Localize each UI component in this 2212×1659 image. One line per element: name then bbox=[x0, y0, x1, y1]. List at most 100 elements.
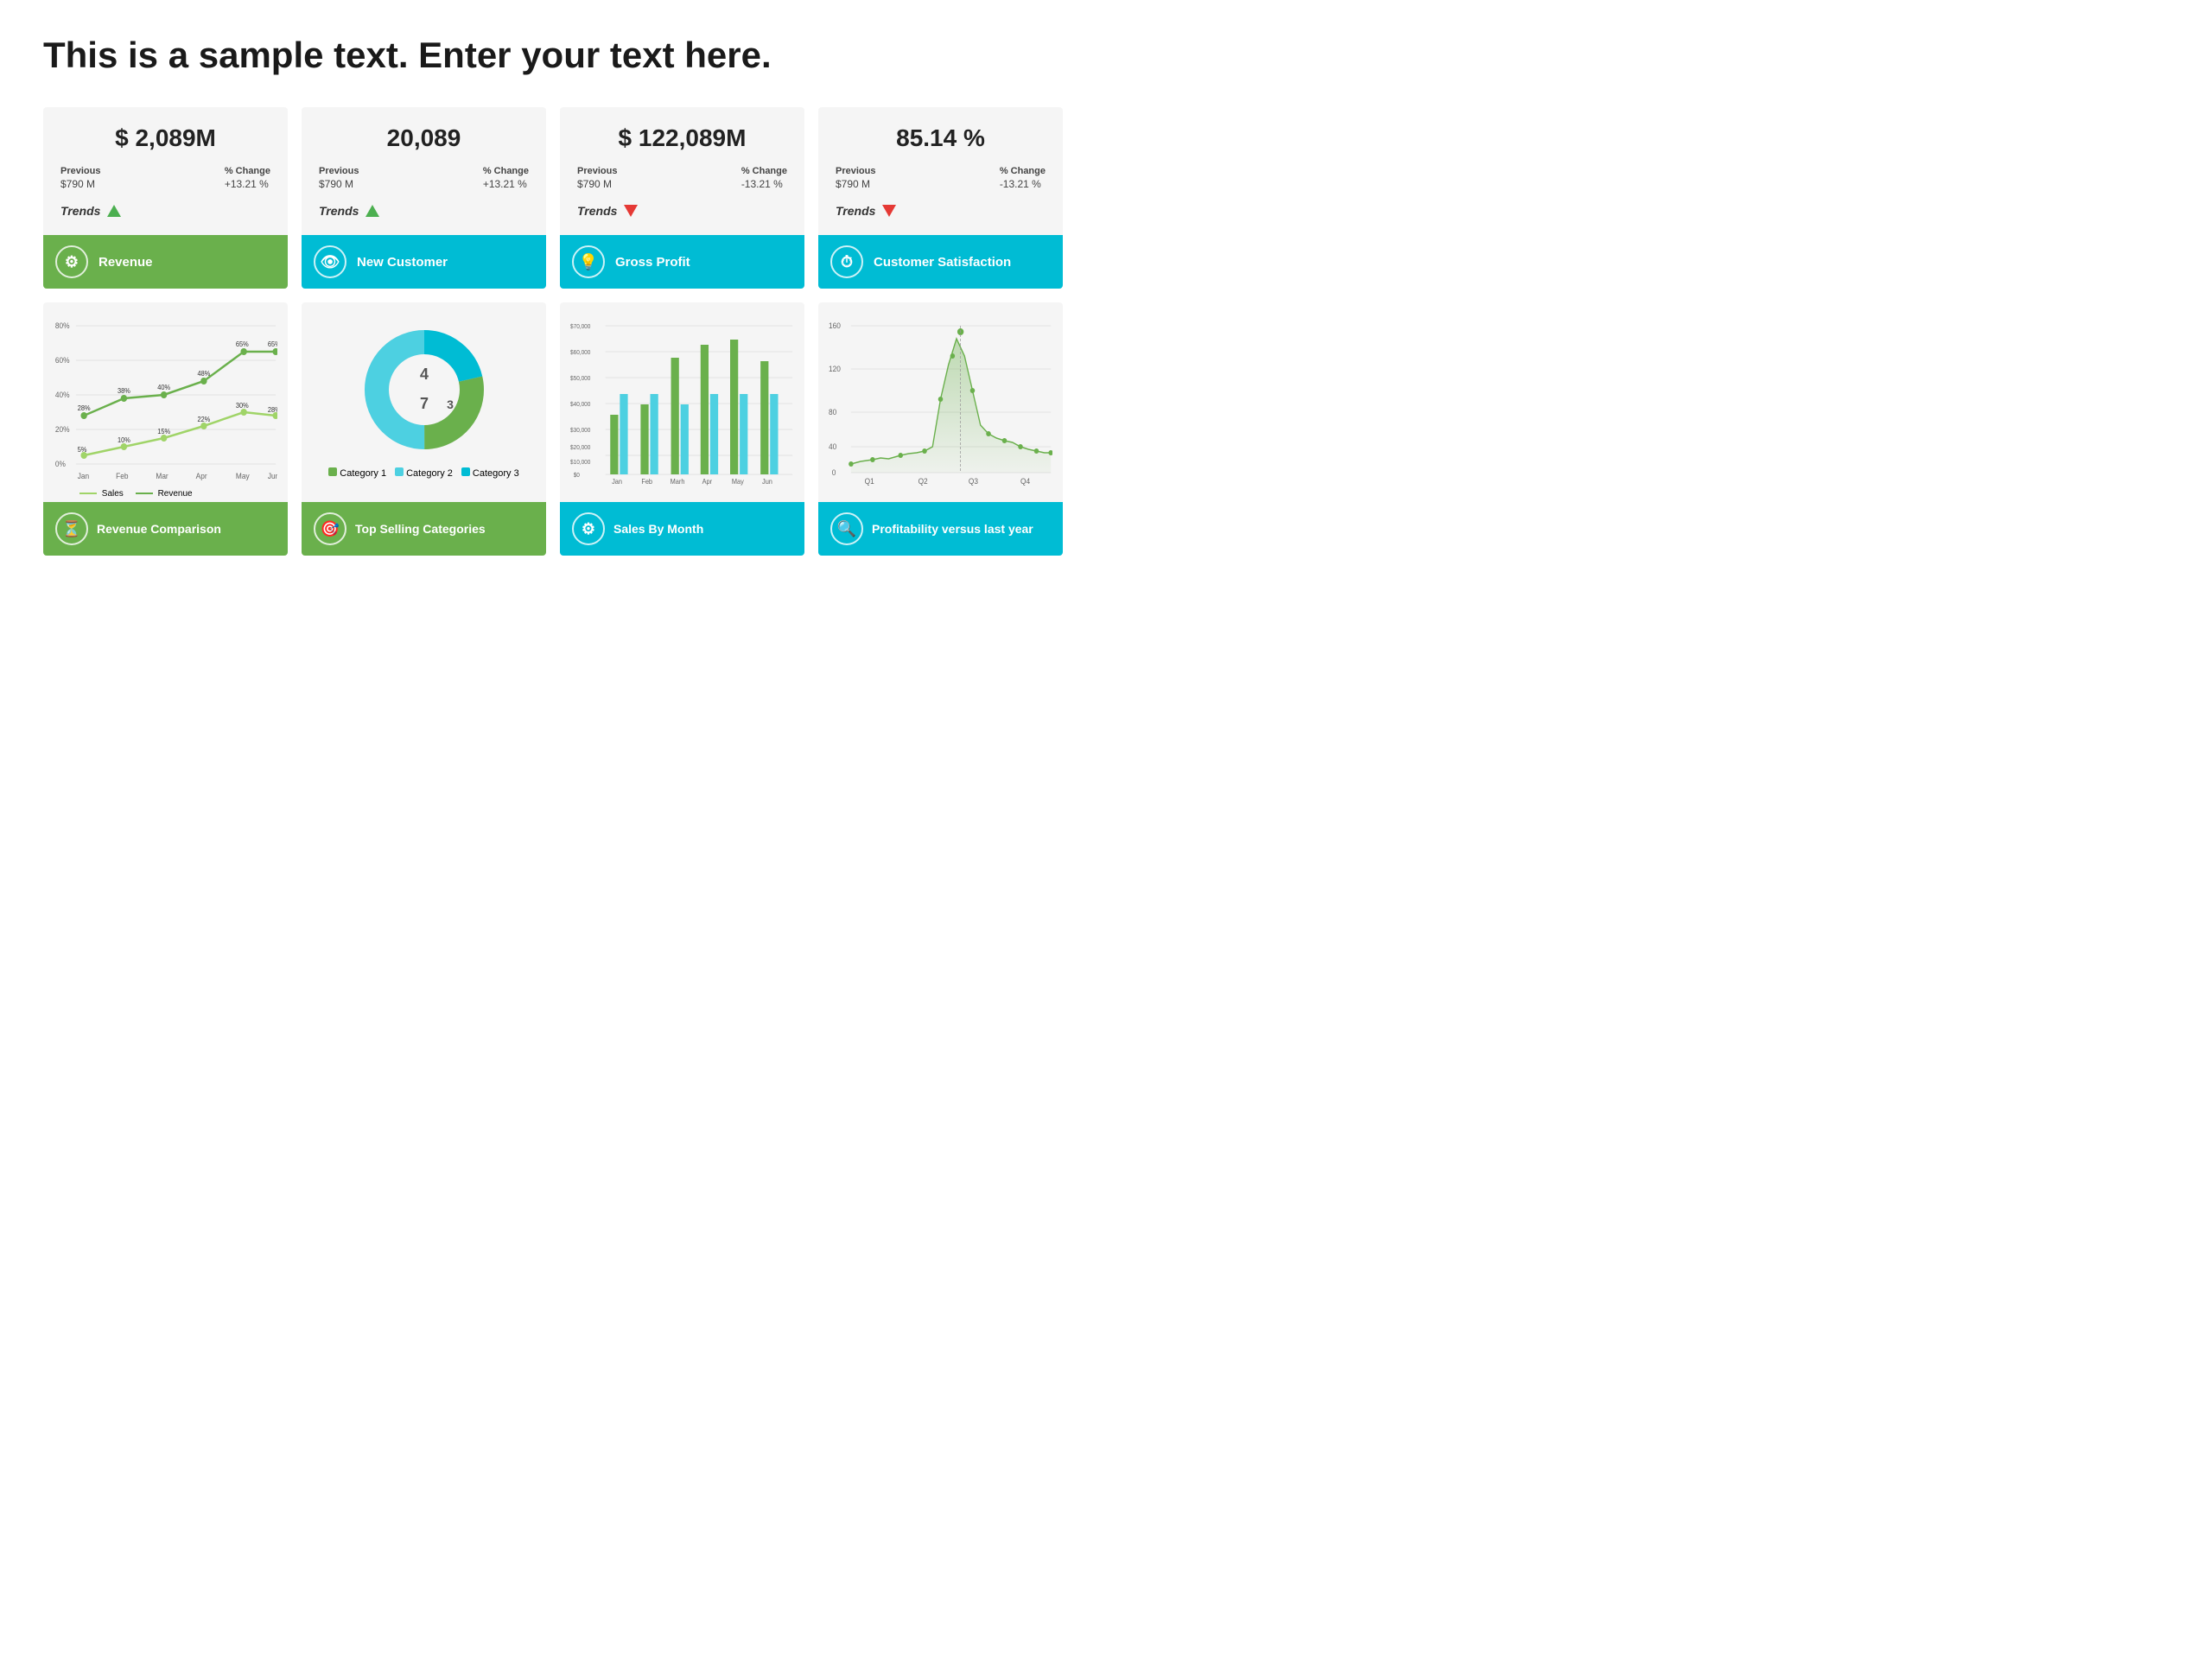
bar-chart: $70,000 $60,000 $50,000 $40,000 $30,000 … bbox=[570, 313, 794, 486]
kpi-footer-gross-profit: 💡 Gross Profit bbox=[560, 235, 804, 289]
svg-text:0%: 0% bbox=[55, 460, 66, 468]
svg-text:0: 0 bbox=[832, 468, 836, 477]
kpi-footer-customer-satisfaction: ⏱ Customer Satisfaction bbox=[818, 235, 1063, 289]
kpi-card-gross-profit: $ 122,089M Previous $790 M % Change -13.… bbox=[560, 107, 804, 289]
svg-text:$30,000: $30,000 bbox=[570, 428, 591, 434]
kpi-footer-revenue: ⚙ Revenue bbox=[43, 235, 288, 289]
svg-text:120: 120 bbox=[829, 365, 841, 373]
kpi-card-new-customer: 20,089 Previous $790 M % Change +13.21 %… bbox=[302, 107, 546, 289]
svg-text:Marh: Marh bbox=[671, 478, 685, 486]
svg-text:38%: 38% bbox=[118, 387, 130, 395]
change-value: -13.21 % bbox=[741, 178, 787, 190]
footer-label-revenue: Revenue bbox=[99, 255, 153, 270]
svg-text:Q2: Q2 bbox=[918, 477, 928, 486]
chart-footer-revenue-comparison: ⏳ Revenue Comparison bbox=[43, 502, 288, 556]
customer-satisfaction-icon: ⏱ bbox=[830, 245, 863, 278]
revenue-comparison-icon: ⏳ bbox=[55, 512, 88, 545]
change-value: +13.21 % bbox=[483, 178, 529, 190]
dashboard-grid: $ 2,089M Previous $790 M % Change +13.21… bbox=[43, 107, 1063, 556]
kpi-trends-revenue: Trends bbox=[60, 199, 270, 226]
previous-value: $790 M bbox=[60, 178, 100, 190]
trends-label: Trends bbox=[577, 204, 617, 218]
kpi-stats-new-customer: Previous $790 M % Change +13.21 % bbox=[319, 166, 529, 190]
trend-up-icon bbox=[365, 205, 379, 217]
footer-label-new-customer: New Customer bbox=[357, 255, 448, 270]
legend-cat1: Category 1 bbox=[328, 467, 386, 479]
kpi-value-revenue: $ 2,089M bbox=[60, 124, 270, 152]
svg-text:Jan: Jan bbox=[78, 472, 90, 480]
kpi-trends-gross-profit: Trends bbox=[577, 199, 787, 226]
svg-text:$20,000: $20,000 bbox=[570, 445, 591, 451]
svg-text:80: 80 bbox=[829, 408, 836, 416]
page-title: This is a sample text. Enter your text h… bbox=[43, 35, 1063, 76]
svg-text:Feb: Feb bbox=[641, 478, 652, 486]
chart-body-revenue-comparison: 80% 60% 40% 20% 0% bbox=[43, 302, 288, 502]
chart-footer-profitability: 🔍 Profitability versus last year bbox=[818, 502, 1063, 556]
kpi-card-customer-satisfaction: 85.14 % Previous $790 M % Change -13.21 … bbox=[818, 107, 1063, 289]
svg-text:Jun: Jun bbox=[268, 472, 277, 480]
previous-label: Previous bbox=[836, 166, 875, 176]
kpi-footer-new-customer: 👁 New Customer bbox=[302, 235, 546, 289]
kpi-body-customer-satisfaction: 85.14 % Previous $790 M % Change -13.21 … bbox=[818, 107, 1063, 235]
svg-text:10%: 10% bbox=[118, 436, 130, 444]
trends-label: Trends bbox=[60, 204, 100, 218]
svg-text:48%: 48% bbox=[197, 370, 210, 378]
kpi-body-gross-profit: $ 122,089M Previous $790 M % Change -13.… bbox=[560, 107, 804, 235]
svg-text:40%: 40% bbox=[157, 384, 170, 391]
chart-footer-top-selling: 🎯 Top Selling Categories bbox=[302, 502, 546, 556]
trends-label: Trends bbox=[319, 204, 359, 218]
kpi-trends-new-customer: Trends bbox=[319, 199, 529, 226]
svg-text:3: 3 bbox=[447, 397, 454, 411]
donut-chart: 4 7 3 Category 1 Category 2 Category 3 bbox=[312, 313, 536, 486]
legend-revenue: Revenue bbox=[136, 489, 193, 499]
svg-text:80%: 80% bbox=[55, 321, 70, 330]
svg-text:28%: 28% bbox=[78, 404, 91, 412]
svg-text:4: 4 bbox=[419, 365, 428, 383]
kpi-stats-customer-satisfaction: Previous $790 M % Change -13.21 % bbox=[836, 166, 1046, 190]
kpi-value-new-customer: 20,089 bbox=[319, 124, 529, 152]
svg-text:5%: 5% bbox=[78, 446, 87, 454]
svg-text:$10,000: $10,000 bbox=[570, 460, 591, 466]
previous-value: $790 M bbox=[577, 178, 617, 190]
footer-label-top-selling: Top Selling Categories bbox=[355, 522, 486, 536]
svg-text:Apr: Apr bbox=[702, 478, 713, 486]
svg-text:$70,000: $70,000 bbox=[570, 324, 591, 330]
legend-sales: Sales bbox=[79, 489, 124, 499]
kpi-body-revenue: $ 2,089M Previous $790 M % Change +13.21… bbox=[43, 107, 288, 235]
change-label: % Change bbox=[225, 166, 270, 176]
previous-label: Previous bbox=[60, 166, 100, 176]
svg-text:Q4: Q4 bbox=[1020, 477, 1030, 486]
kpi-previous-col: Previous $790 M bbox=[319, 166, 359, 190]
chart-body-top-selling: 4 7 3 Category 1 Category 2 Category 3 bbox=[302, 302, 546, 502]
svg-text:Q3: Q3 bbox=[969, 477, 978, 486]
svg-text:Feb: Feb bbox=[116, 472, 129, 480]
kpi-previous-col: Previous $790 M bbox=[577, 166, 617, 190]
kpi-card-revenue: $ 2,089M Previous $790 M % Change +13.21… bbox=[43, 107, 288, 289]
svg-text:Jan: Jan bbox=[612, 478, 622, 486]
svg-text:Apr: Apr bbox=[196, 472, 207, 480]
chart-card-top-selling: 4 7 3 Category 1 Category 2 Category 3 bbox=[302, 302, 546, 556]
trend-up-icon bbox=[107, 205, 121, 217]
kpi-stats-gross-profit: Previous $790 M % Change -13.21 % bbox=[577, 166, 787, 190]
trend-down-icon bbox=[882, 205, 896, 217]
kpi-change-col: % Change +13.21 % bbox=[225, 166, 270, 190]
svg-text:Mar: Mar bbox=[156, 472, 168, 480]
svg-text:22%: 22% bbox=[197, 416, 210, 423]
kpi-previous-col: Previous $790 M bbox=[60, 166, 100, 190]
kpi-stats-revenue: Previous $790 M % Change +13.21 % bbox=[60, 166, 270, 190]
kpi-previous-col: Previous $790 M bbox=[836, 166, 875, 190]
previous-value: $790 M bbox=[319, 178, 359, 190]
svg-text:60%: 60% bbox=[55, 356, 70, 365]
gross-profit-icon: 💡 bbox=[572, 245, 605, 278]
footer-label-gross-profit: Gross Profit bbox=[615, 255, 690, 270]
chart-card-revenue-comparison: 80% 60% 40% 20% 0% bbox=[43, 302, 288, 556]
footer-label-profitability: Profitability versus last year bbox=[872, 522, 1033, 536]
footer-label-sales-by-month: Sales By Month bbox=[613, 522, 703, 536]
svg-text:20%: 20% bbox=[55, 425, 70, 434]
svg-text:$40,000: $40,000 bbox=[570, 402, 591, 408]
footer-label-revenue-comparison: Revenue Comparison bbox=[97, 522, 221, 536]
svg-text:40: 40 bbox=[829, 442, 836, 451]
revenue-icon: ⚙ bbox=[55, 245, 88, 278]
kpi-value-customer-satisfaction: 85.14 % bbox=[836, 124, 1046, 152]
kpi-body-new-customer: 20,089 Previous $790 M % Change +13.21 %… bbox=[302, 107, 546, 235]
